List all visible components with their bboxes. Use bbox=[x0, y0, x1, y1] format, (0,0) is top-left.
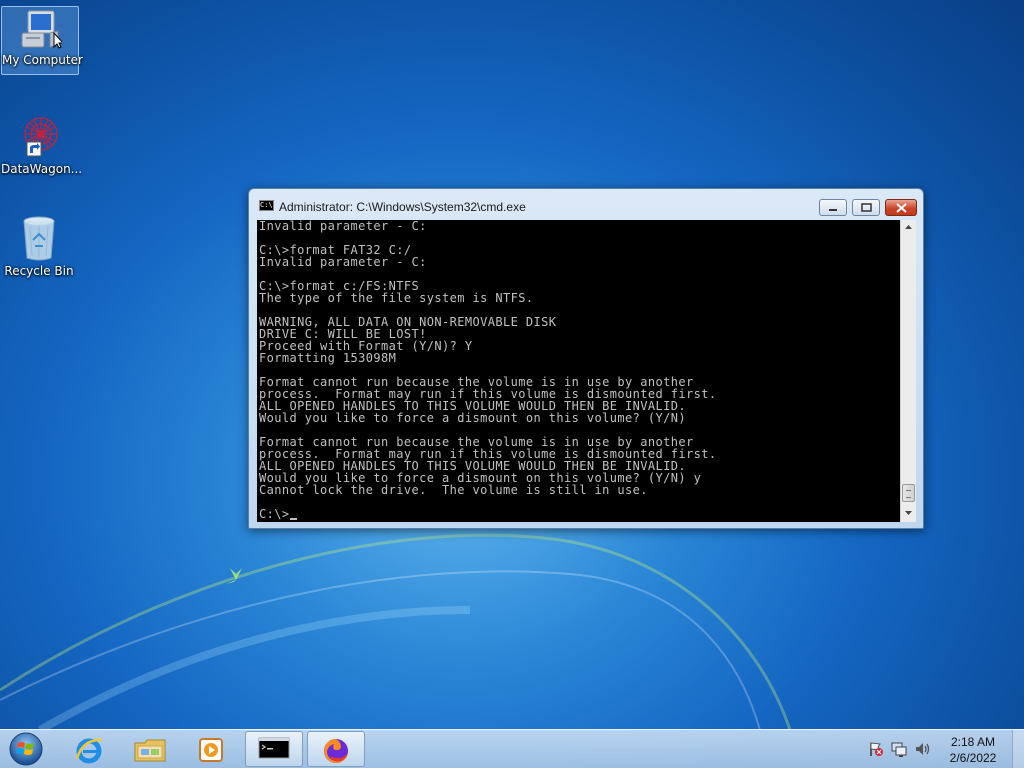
console-line: Would you like to force a dismount on th… bbox=[259, 411, 686, 425]
console-text: Invalid parameter - C: C:\>format FAT32 C… bbox=[259, 220, 716, 520]
taskbar-firefox[interactable] bbox=[307, 731, 365, 767]
window-titlebar[interactable]: C:\ Administrator: C:\Windows\System32\c… bbox=[249, 189, 923, 219]
start-button[interactable] bbox=[6, 731, 46, 767]
taskbar-internet-explorer[interactable] bbox=[60, 731, 118, 767]
desktop-icon-recycle-bin[interactable]: Recycle Bin bbox=[1, 214, 77, 278]
console-line: The type of the file system is NTFS. bbox=[259, 291, 534, 305]
minimize-icon bbox=[829, 209, 837, 211]
desktop-icon-label: DataWagon... bbox=[1, 162, 83, 176]
desktop-icon-datawagon[interactable]: DataWagon... bbox=[1, 112, 83, 176]
show-desktop-button[interactable] bbox=[1012, 730, 1024, 768]
taskbar-clock[interactable]: 2:18 AM 2/6/2022 bbox=[940, 734, 1006, 766]
taskbar-file-explorer[interactable] bbox=[121, 731, 179, 767]
windows-logo-icon bbox=[9, 732, 43, 766]
clock-date: 2/6/2022 bbox=[949, 751, 997, 765]
desktop-icon-label: My Computer bbox=[2, 53, 83, 67]
scroll-thumb[interactable] bbox=[902, 484, 915, 502]
console-output[interactable]: Invalid parameter - C: C:\>format FAT32 C… bbox=[257, 220, 900, 522]
clock-time: 2:18 AM bbox=[950, 735, 996, 749]
internet-explorer-icon bbox=[75, 738, 103, 764]
cmd-icon bbox=[258, 737, 290, 759]
cmd-window[interactable]: C:\ Administrator: C:\Windows\System32\c… bbox=[248, 188, 924, 529]
volume-icon[interactable] bbox=[914, 741, 932, 757]
system-tray bbox=[864, 730, 934, 768]
action-center-flag-icon[interactable] bbox=[868, 741, 884, 757]
computer-icon bbox=[21, 10, 62, 49]
cmd-icon: C:\ bbox=[259, 200, 274, 211]
text-cursor bbox=[289, 518, 297, 520]
window-title: Administrator: C:\Windows\System32\cmd.e… bbox=[279, 200, 526, 214]
taskbar-cmd[interactable] bbox=[245, 731, 303, 767]
desktop-icon-label: Recycle Bin bbox=[4, 264, 74, 278]
desktop-icon-my-computer[interactable]: My Computer bbox=[1, 6, 83, 75]
media-player-icon bbox=[199, 738, 223, 762]
console-line: Cannot lock the drive. The volume is sti… bbox=[259, 483, 648, 497]
console-line: Formatting 153098M bbox=[259, 351, 397, 365]
recycle-bin-icon bbox=[23, 216, 55, 261]
console-line: Invalid parameter - C: bbox=[259, 220, 427, 233]
network-icon[interactable] bbox=[890, 741, 908, 757]
firefox-icon bbox=[324, 739, 348, 763]
console-line: Invalid parameter - C: bbox=[259, 255, 427, 269]
maximize-icon bbox=[860, 203, 872, 212]
close-icon bbox=[895, 203, 907, 213]
datawagon-shortcut-icon bbox=[24, 117, 58, 157]
arrow-down-icon bbox=[905, 511, 912, 515]
arrow-up-icon bbox=[905, 225, 912, 229]
file-explorer-icon bbox=[134, 739, 166, 762]
vertical-scrollbar[interactable] bbox=[900, 220, 916, 522]
console-prompt: C:\> bbox=[259, 508, 716, 520]
scroll-up-button[interactable] bbox=[901, 220, 916, 236]
taskbar-media-player[interactable] bbox=[182, 731, 240, 767]
scroll-down-button[interactable] bbox=[901, 506, 916, 522]
close-button[interactable] bbox=[885, 199, 917, 216]
maximize-button[interactable] bbox=[852, 199, 880, 216]
taskbar: 2:18 AM 2/6/2022 bbox=[0, 729, 1024, 768]
minimize-button[interactable] bbox=[819, 199, 847, 216]
